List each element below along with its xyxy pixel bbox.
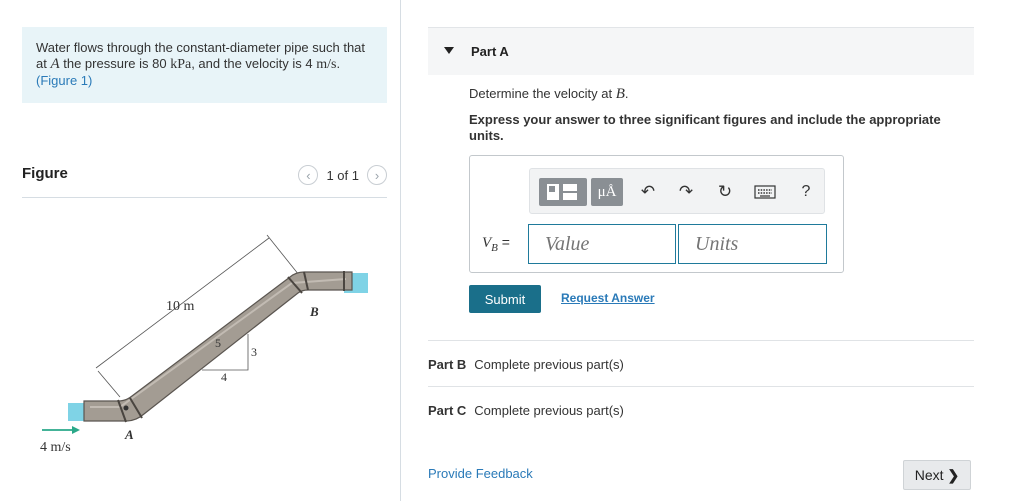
velocity-label: 4 m/s: [40, 440, 71, 455]
units-input[interactable]: [678, 224, 827, 264]
figure-title: Figure: [22, 165, 68, 182]
part-c-label: Part C: [428, 403, 467, 418]
part-b-row[interactable]: Part B Complete previous part(s): [428, 357, 624, 372]
keyboard-glyph: [754, 185, 776, 199]
chevron-left-icon[interactable]: ‹: [298, 165, 319, 185]
extension-line-upper: [266, 234, 300, 276]
undo-icon[interactable]: ↶: [637, 181, 659, 203]
request-answer-link[interactable]: Request Answer: [561, 291, 655, 305]
templates-icon[interactable]: [539, 178, 587, 206]
keyboard-icon[interactable]: [754, 181, 776, 203]
reset-icon[interactable]: ↻: [714, 181, 736, 203]
part-a-question: Determine the velocity at B.: [469, 86, 629, 102]
next-button[interactable]: Next ❯: [903, 460, 971, 490]
figure-header: Figure ‹ 1 of 1 ›: [22, 165, 387, 198]
next-label: Next: [914, 467, 944, 483]
separator: [428, 340, 974, 341]
part-b-status: Complete previous part(s): [474, 357, 624, 372]
pager-text: 1 of 1: [326, 167, 359, 183]
point-a-label: A: [124, 427, 134, 442]
slope-hyp-label: 5: [215, 336, 221, 350]
provide-feedback-link[interactable]: Provide Feedback: [428, 466, 533, 481]
pressure-unit: kPa: [170, 57, 192, 72]
slope-rise-label: 3: [251, 345, 257, 359]
figure-link[interactable]: (Figure 1): [36, 73, 92, 88]
submit-button[interactable]: Submit: [469, 285, 541, 313]
value-input[interactable]: [528, 224, 676, 264]
redo-icon[interactable]: ↷: [675, 181, 697, 203]
chevron-right-icon[interactable]: ›: [367, 165, 387, 185]
units-button[interactable]: μÅ: [591, 178, 623, 206]
panel-divider: [400, 0, 401, 501]
help-icon[interactable]: ?: [795, 181, 817, 203]
math-toolbar: μÅ ↶ ↷ ↻ ?: [529, 168, 825, 214]
part-c-status: Complete previous part(s): [474, 403, 624, 418]
slope-run-label: 4: [221, 370, 227, 384]
chevron-right-icon: ❯: [947, 466, 960, 483]
part-c-row[interactable]: Part C Complete previous part(s): [428, 403, 624, 418]
question-var: B: [615, 86, 625, 102]
extension-line-lower: [97, 370, 121, 398]
point-a-symbol: A: [50, 56, 60, 72]
velocity-unit: m/s: [316, 57, 337, 72]
part-a-instructions: Express your answer to three significant…: [469, 112, 941, 143]
part-a-label: Part A: [471, 44, 509, 59]
velocity-arrowhead: [72, 426, 80, 434]
part-a-header[interactable]: Part A: [428, 27, 974, 75]
figure-pager: ‹ 1 of 1 ›: [298, 165, 387, 185]
part-b-label: Part B: [428, 357, 467, 372]
equation-label: VB =: [482, 234, 510, 254]
point-b-label: B: [309, 304, 319, 319]
templates-glyph: [547, 184, 577, 200]
length-label: 10 m: [166, 299, 195, 314]
problem-text-line1: Water flows through the constant-diamete…: [36, 40, 366, 55]
separator: [428, 386, 974, 387]
answer-box: μÅ ↶ ↷ ↻ ? VB =: [469, 155, 844, 273]
point-a-marker: [123, 405, 129, 411]
pipe-figure: 10 m B A 3 5 4 4 m/s: [40, 234, 368, 455]
left-panel: Water flows through the constant-diamete…: [0, 0, 400, 501]
caret-down-icon[interactable]: [444, 47, 454, 54]
right-panel: Part A Determine the velocity at B. Expr…: [428, 0, 974, 501]
problem-statement: Water flows through the constant-diamete…: [22, 27, 387, 103]
